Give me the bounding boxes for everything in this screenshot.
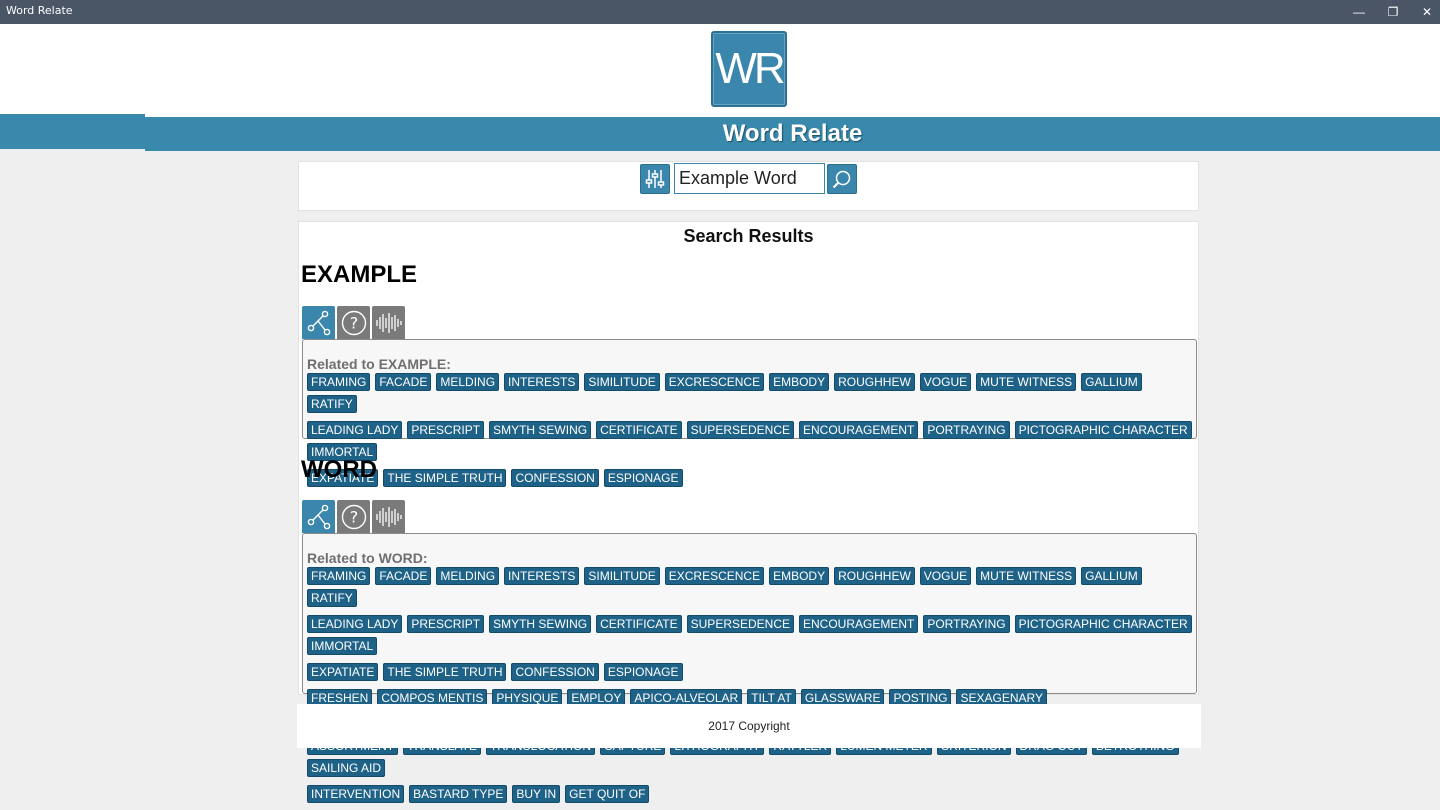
results-title: Search Results (683, 226, 814, 246)
related-word-tag[interactable]: CERTIFICATE (596, 615, 682, 633)
definition-question-icon: ? (341, 504, 366, 529)
close-button[interactable]: ✕ (1410, 0, 1440, 24)
related-box-example: Related to EXAMPLE: FRAMING FACADE MELDING… (302, 339, 1197, 487)
related-label: Related to EXAMPLE: (307, 356, 451, 372)
related-word-tag[interactable]: GALLIUM (1081, 567, 1142, 585)
tab-related[interactable] (302, 306, 335, 339)
copyright-text: 2017 Copyright (708, 719, 790, 733)
related-word-tag[interactable]: INTERESTS (504, 373, 580, 391)
related-word-tag[interactable]: GALLIUM (1081, 373, 1142, 391)
search-panel (298, 161, 1199, 211)
related-word-tag[interactable]: SMYTH SEWING (489, 615, 592, 633)
related-box-word: Related to WORD: FRAMING FACADE MELDING INT… (302, 533, 1197, 803)
app-title: Word Relate (722, 120, 863, 147)
word-heading-word: WORD (301, 456, 377, 483)
related-word-tag[interactable]: SIMILITUDE (584, 373, 660, 391)
window-title: Word Relate (6, 4, 73, 17)
related-word-tag[interactable]: THE SIMPLE TRUTH (383, 469, 507, 487)
app-logo: WR (711, 31, 787, 107)
related-network-icon (307, 504, 330, 529)
related-word-tag[interactable]: PICTOGRAPHIC CHARACTER (1014, 615, 1192, 633)
related-word-tag[interactable]: THE SIMPLE TRUTH (383, 663, 507, 681)
related-word-tag[interactable]: VOGUE (919, 567, 972, 585)
related-word-tag[interactable]: LEADING LADY (307, 615, 403, 633)
related-word-tag[interactable]: GET QUIT OF (565, 785, 650, 803)
related-word-tag[interactable]: CONFESSION (511, 663, 599, 681)
app-header: WR (145, 24, 1440, 117)
related-network-icon (307, 310, 330, 335)
definition-question-icon: ? (341, 310, 366, 335)
related-word-tag[interactable]: BASTARD TYPE (409, 785, 508, 803)
related-word-tag[interactable]: EMBODY (769, 373, 830, 391)
related-word-tag[interactable]: PICTOGRAPHIC CHARACTER (1014, 421, 1192, 439)
logo-text: WR (715, 44, 785, 93)
related-word-tag[interactable]: MELDING (436, 373, 500, 391)
search-input[interactable] (674, 163, 825, 194)
related-word-tag[interactable]: FRAMING (307, 567, 371, 585)
related-word-tag[interactable]: ENCOURAGEMENT (799, 421, 919, 439)
related-word-tag[interactable]: INTERVENTION (307, 785, 405, 803)
word-heading-example: EXAMPLE (301, 261, 418, 288)
related-word-tag[interactable]: EMBODY (769, 567, 830, 585)
related-word-tag[interactable]: VOGUE (919, 373, 972, 391)
filter-button[interactable] (640, 164, 670, 194)
related-word-tag[interactable]: ROUGHHEW (834, 373, 915, 391)
related-word-tag[interactable]: LEADING LADY (307, 421, 403, 439)
svg-text:?: ? (349, 507, 358, 526)
related-label: Related to WORD: (307, 550, 428, 566)
title-band: Word Relate (145, 117, 1440, 151)
related-word-tag[interactable]: EXCRESCENCE (664, 373, 765, 391)
related-word-tag[interactable]: SMYTH SEWING (489, 421, 592, 439)
related-word-tag[interactable]: SUPERSEDENCE (686, 421, 794, 439)
related-word-tag[interactable]: MUTE WITNESS (976, 567, 1077, 585)
tab-pronunciation[interactable] (372, 500, 405, 533)
related-word-tag[interactable]: ESPIONAGE (603, 663, 683, 681)
related-word-tag[interactable]: EXCRESCENCE (664, 567, 765, 585)
related-word-tag[interactable]: PRESCRIPT (407, 421, 485, 439)
related-word-tag[interactable]: RATIFY (307, 395, 357, 413)
related-word-tag[interactable]: INTERESTS (504, 567, 580, 585)
related-word-tag[interactable]: IMMORTAL (307, 637, 378, 655)
related-word-tag[interactable]: SIMILITUDE (584, 567, 660, 585)
tab-definition[interactable]: ? (337, 500, 370, 533)
left-band (0, 114, 145, 149)
related-word-tag[interactable]: RATIFY (307, 589, 357, 607)
related-word-tag[interactable]: CERTIFICATE (596, 421, 682, 439)
tab-pronunciation[interactable] (372, 306, 405, 339)
related-word-tag[interactable]: FRAMING (307, 373, 371, 391)
related-word-tag[interactable]: FACADE (375, 567, 432, 585)
related-word-tag[interactable]: PRESCRIPT (407, 615, 485, 633)
related-word-tag[interactable]: PORTRAYING (923, 615, 1010, 633)
search-button[interactable] (827, 164, 857, 194)
related-word-tag[interactable]: BUY IN (512, 785, 561, 803)
tab-related[interactable] (302, 500, 335, 533)
pronunciation-soundwave-icon (375, 506, 402, 527)
related-word-tag[interactable]: EXPATIATE (307, 663, 379, 681)
related-word-tag[interactable]: ENCOURAGEMENT (799, 615, 919, 633)
tag-list: FRAMING FACADE MELDING INTERESTS SIMILITUDE E… (307, 567, 1192, 803)
related-word-tag[interactable]: SAILING AID (307, 759, 386, 777)
window-title-bar: Word Relate — ❐ ✕ (0, 0, 1440, 24)
related-word-tag[interactable]: ROUGHHEW (834, 567, 915, 585)
search-icon (832, 170, 851, 189)
related-word-tag[interactable]: CONFESSION (511, 469, 599, 487)
pronunciation-soundwave-icon (375, 312, 402, 333)
left-margin (0, 24, 145, 114)
related-word-tag[interactable]: MELDING (436, 567, 500, 585)
svg-text:?: ? (349, 313, 358, 332)
footer: 2017 Copyright (297, 704, 1201, 748)
tag-list: FRAMING FACADE MELDING INTERESTS SIMILITUDE E… (307, 373, 1192, 487)
related-word-tag[interactable]: PORTRAYING (923, 421, 1010, 439)
related-word-tag[interactable]: FACADE (375, 373, 432, 391)
maximize-button[interactable]: ❐ (1376, 0, 1410, 24)
related-word-tag[interactable]: MUTE WITNESS (976, 373, 1077, 391)
related-word-tag[interactable]: SUPERSEDENCE (686, 615, 794, 633)
results-panel: Search Results EXAMPLE ? Related to EXAM… (298, 221, 1199, 803)
related-word-tag[interactable]: ESPIONAGE (603, 469, 683, 487)
tab-definition[interactable]: ? (337, 306, 370, 339)
minimize-button[interactable]: — (1342, 0, 1376, 24)
sliders-icon (645, 170, 665, 188)
